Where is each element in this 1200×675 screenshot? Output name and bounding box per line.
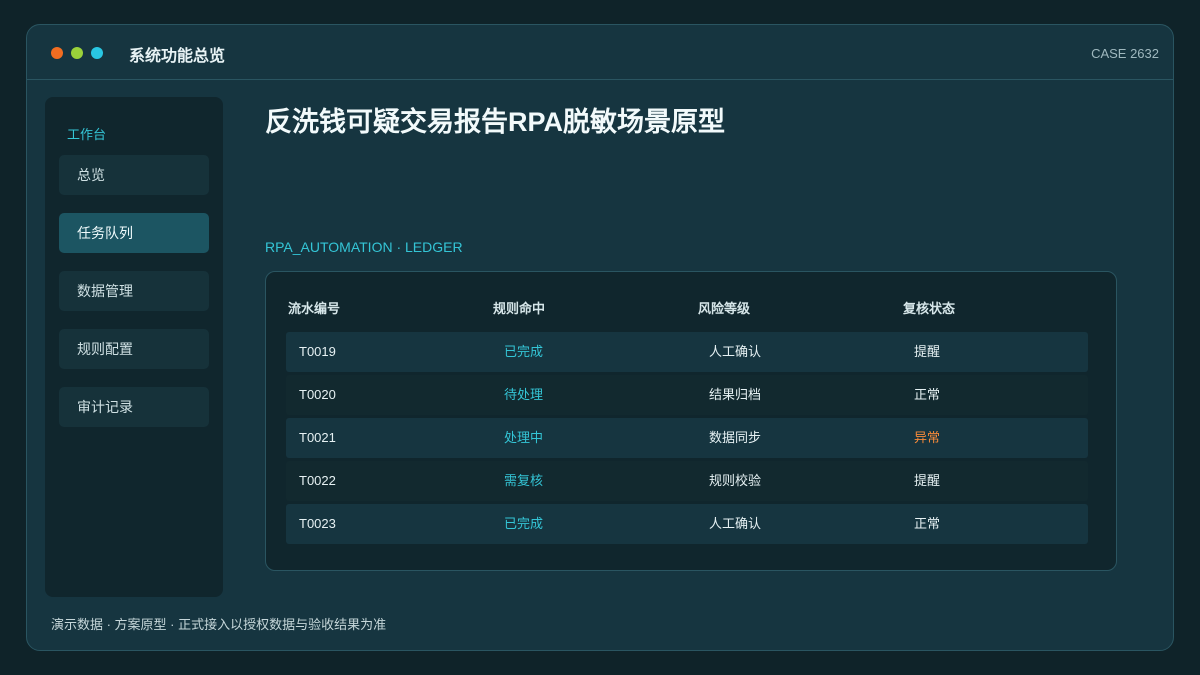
cell-serial: T0023 (299, 516, 336, 531)
table-row[interactable]: T0021 处理中 数据同步 异常 (286, 418, 1088, 458)
sidebar-heading: 工作台 (67, 127, 107, 142)
cell-rule-hit: 已完成 (504, 516, 544, 531)
sidebar-item-label: 任务队列 (77, 225, 133, 241)
table-row[interactable]: T0023 已完成 人工确认 正常 (286, 504, 1088, 544)
page-title: 反洗钱可疑交易报告RPA脱敏场景原型 (265, 107, 726, 137)
column-header-rule-hit[interactable]: 规则命中 (493, 298, 545, 317)
cell-review-status: 正常 (914, 516, 941, 531)
cell-review-status: 提醒 (914, 344, 941, 359)
section-label: RPA_AUTOMATION · LEDGER (265, 239, 463, 255)
cell-risk-level: 数据同步 (709, 430, 762, 445)
title-bar: 系统功能总览 CASE 2632 (27, 25, 1173, 80)
app-window: 系统功能总览 CASE 2632 工作台 总览 任务队列 数据管理 规则配置 审… (26, 24, 1174, 651)
cell-risk-level: 人工确认 (709, 516, 762, 531)
cell-review-status: 提醒 (914, 473, 941, 488)
cell-serial: T0022 (299, 473, 336, 488)
cell-risk-level: 人工确认 (709, 344, 762, 359)
cell-rule-hit: 已完成 (504, 344, 544, 359)
close-dot-icon[interactable] (51, 47, 63, 59)
table-row[interactable]: T0019 已完成 人工确认 提醒 (286, 332, 1088, 372)
cell-rule-hit: 待处理 (504, 387, 544, 402)
sidebar-item-label: 数据管理 (77, 283, 133, 299)
cell-rule-hit: 处理中 (504, 430, 544, 445)
cell-rule-hit: 需复核 (504, 473, 544, 488)
sidebar-item-audit-log[interactable]: 审计记录 (59, 387, 209, 427)
sidebar-item-rule-config[interactable]: 规则配置 (59, 329, 209, 369)
sidebar-item-overview[interactable]: 总览 (59, 155, 209, 195)
sidebar-item-label: 总览 (77, 167, 105, 183)
window-title: 系统功能总览 (129, 48, 226, 65)
cell-serial: T0021 (299, 430, 336, 445)
column-header-review-status[interactable]: 复核状态 (903, 298, 955, 317)
cell-serial: T0019 (299, 344, 336, 359)
case-id: CASE 2632 (1091, 46, 1159, 61)
column-header-risk-level[interactable]: 风险等级 (698, 298, 750, 317)
table-row[interactable]: T0020 待处理 结果归档 正常 (286, 375, 1088, 415)
sidebar-item-label: 审计记录 (77, 399, 133, 415)
column-header-serial[interactable]: 流水编号 (288, 298, 340, 317)
sidebar-item-label: 规则配置 (77, 341, 133, 357)
cell-review-status: 正常 (914, 387, 941, 402)
maximize-dot-icon[interactable] (91, 47, 103, 59)
cell-serial: T0020 (299, 387, 336, 402)
sidebar-item-task-queue[interactable]: 任务队列 (59, 213, 209, 253)
table-row[interactable]: T0022 需复核 规则校验 提醒 (286, 461, 1088, 501)
sidebar: 工作台 总览 任务队列 数据管理 规则配置 审计记录 (45, 97, 223, 597)
footer-note: 演示数据 · 方案原型 · 正式接入以授权数据与验收结果为准 (51, 617, 387, 632)
cell-review-status: 异常 (914, 430, 941, 445)
cell-risk-level: 规则校验 (709, 473, 762, 488)
sidebar-item-data-management[interactable]: 数据管理 (59, 271, 209, 311)
data-table: 流水编号 规则命中 风险等级 复核状态 T0019 已完成 人工确认 提醒 T0… (265, 271, 1117, 571)
cell-risk-level: 结果归档 (709, 387, 762, 402)
minimize-dot-icon[interactable] (71, 47, 83, 59)
